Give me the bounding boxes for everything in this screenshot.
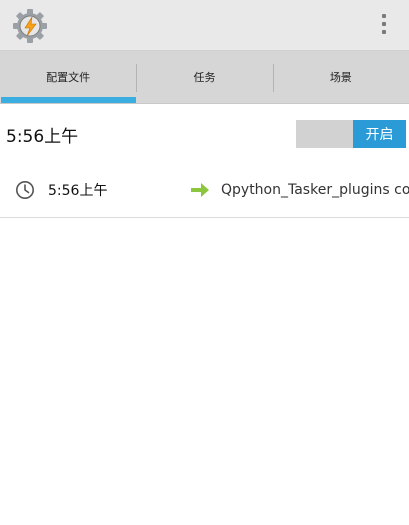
profile-name: 5:56上午 [6,127,79,147]
linked-task-name[interactable]: Qpython_Tasker_plugins com [221,182,409,198]
tab-tasks[interactable]: 任务 [136,51,272,103]
tab-bar: 配置文件 任务 场景 [0,51,409,104]
overflow-menu-icon[interactable] [377,14,391,38]
profile-enable-toggle[interactable]: 开启 [296,120,406,148]
profile-context-row[interactable]: 5:56上午 Qpython_Tasker_plugins com [0,162,409,218]
tab-scenes[interactable]: 场景 [272,51,409,103]
tab-profiles[interactable]: 配置文件 [0,51,137,103]
clock-icon [16,181,34,199]
green-arrow-right-icon [191,183,209,197]
context-time-label: 5:56上午 [48,183,108,199]
tasker-app-icon[interactable] [13,9,47,43]
toggle-on-label: 开启 [353,120,406,148]
profile-header[interactable]: 5:56上午 开启 [0,104,409,162]
action-bar [0,0,409,51]
